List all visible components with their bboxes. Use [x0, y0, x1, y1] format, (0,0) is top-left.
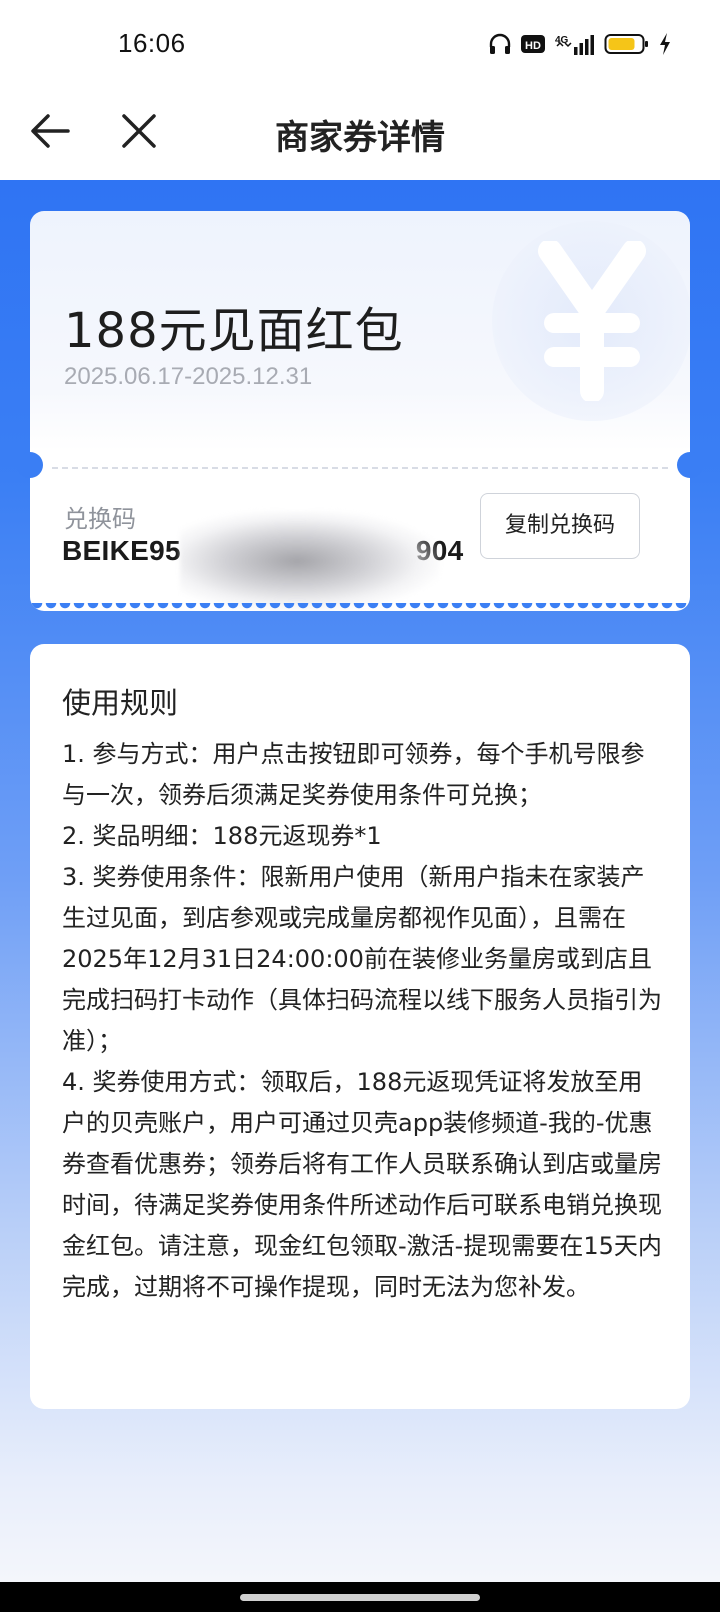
- code-label: 兑换码: [64, 505, 136, 533]
- coupon-divider: [52, 467, 668, 469]
- status-icons: HD 4G: [488, 30, 672, 58]
- headphones-icon: [488, 33, 512, 55]
- status-bar: 16:06 HD 4G: [0, 0, 720, 90]
- coupon-card: 188元见面红包 2025.06.17-2025.12.31 兑换码 BEIKE…: [30, 211, 690, 611]
- rules-list: 1. 参与方式：用户点击按钮即可领券，每个手机号限参与一次，领券后须满足奖券使用…: [62, 734, 662, 1308]
- 4g-signal-icon: 4G: [554, 32, 596, 56]
- copy-code-button[interactable]: 复制兑换码: [480, 493, 640, 559]
- charging-icon: [658, 32, 672, 56]
- ticket-notch-left: [17, 452, 43, 478]
- rule-item: 4. 奖券使用方式：领取后，188元返现凭证将发放至用户的贝壳账户，用户可通过贝…: [62, 1068, 662, 1301]
- rule-item: 2. 奖品明细：188元返现券*1: [62, 822, 382, 850]
- svg-text:HD: HD: [525, 40, 541, 52]
- code-redaction: [180, 511, 440, 611]
- page-title: 商家券详情: [275, 118, 445, 158]
- gesture-bar: [0, 1582, 720, 1612]
- coupon-validity: 2025.06.17-2025.12.31: [64, 363, 313, 390]
- rule-item: 1. 参与方式：用户点击按钮即可领券，每个手机号限参与一次，领券后须满足奖券使用…: [62, 740, 645, 809]
- nav-bar: 商家券详情: [0, 90, 720, 180]
- battery-icon: [604, 32, 650, 56]
- coupon-title: 188元见面红包: [64, 303, 404, 359]
- yen-icon: [492, 221, 690, 421]
- rule-item: 3. 奖券使用条件：限新用户使用（新用户指未在家装产生过见面，到店参观或完成量房…: [62, 863, 662, 1055]
- redeem-code-start: BEIKE95: [62, 535, 181, 566]
- ticket-notch-right: [677, 452, 703, 478]
- status-time: 16:06: [118, 28, 186, 58]
- home-indicator[interactable]: [240, 1594, 480, 1601]
- rules-title: 使用规则: [62, 686, 179, 720]
- hd-icon: HD: [520, 33, 546, 55]
- rules-card: 使用规则 1. 参与方式：用户点击按钮即可领券，每个手机号限参与一次，领券后须满…: [30, 644, 690, 1409]
